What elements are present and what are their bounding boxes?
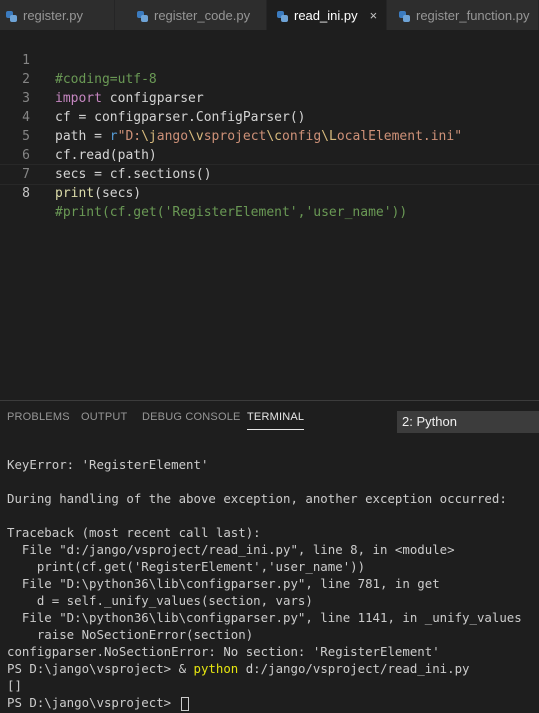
- terminal-line: During handling of the above exception, …: [7, 491, 507, 506]
- code-line[interactable]: 2 import configparser: [0, 51, 539, 106]
- terminal-line: File "D:\python36\lib\configparser.py", …: [7, 576, 440, 591]
- bottom-panel: PROBLEMS OUTPUT DEBUG CONSOLE TERMINAL 2…: [0, 400, 539, 713]
- tab-label: read_ini.py: [294, 7, 358, 23]
- code-line[interactable]: 4 path = r"D:\jango\vsproject\config\Loc…: [0, 89, 539, 144]
- terminal-line: KeyError: 'RegisterElement': [7, 457, 209, 472]
- python-file-icon: [137, 10, 148, 22]
- editor-tab-bar: register.py register_code.py read_ini.py…: [0, 0, 539, 30]
- tab-register-py[interactable]: register.py: [0, 0, 115, 30]
- terminal-line: Traceback (most recent call last):: [7, 525, 261, 540]
- panel-tab-bar: PROBLEMS OUTPUT DEBUG CONSOLE TERMINAL 2…: [0, 401, 539, 436]
- terminal-cursor: [180, 696, 189, 711]
- tab-label: register_code.py: [154, 7, 251, 23]
- code-function: print: [55, 186, 95, 201]
- terminal-line: d = self._unify_values(section, vars): [7, 593, 313, 608]
- terminal-selector-dropdown[interactable]: 2: Python: [397, 411, 539, 433]
- terminal-prompt: PS D:\jango\vsproject> &: [7, 661, 194, 676]
- tab-problems[interactable]: PROBLEMS: [7, 411, 70, 423]
- tab-debug-console[interactable]: DEBUG CONSOLE: [142, 411, 241, 423]
- python-file-icon: [277, 10, 288, 22]
- terminal-command-line: PS D:\jango\vsproject> & python d:/jango…: [7, 660, 537, 677]
- line-number: 8: [22, 186, 30, 201]
- terminal-line: print(cf.get('RegisterElement','user_nam…: [7, 559, 366, 574]
- terminal-line: configparser.NoSectionError: No section:…: [7, 644, 440, 659]
- terminal-input-line[interactable]: PS D:\jango\vsproject>: [7, 694, 537, 711]
- code-line[interactable]: 5 cf.read(path): [0, 108, 539, 163]
- terminal-line: []: [7, 678, 22, 693]
- terminal-prompt: PS D:\jango\vsproject>: [7, 695, 179, 710]
- terminal-line: File "D:\python36\lib\configparser.py", …: [7, 610, 522, 625]
- tab-output[interactable]: OUTPUT: [81, 411, 127, 423]
- tab-terminal[interactable]: TERMINAL: [247, 411, 305, 430]
- tab-register-function-py[interactable]: register_function.py: [387, 0, 539, 30]
- code-text: (secs): [94, 186, 142, 201]
- code-line[interactable]: 3 cf = configparser.ConfigParser(): [0, 70, 539, 125]
- terminal-line: raise NoSectionError(section): [7, 627, 254, 642]
- code-comment: #print(cf.get('RegisterElement','user_na…: [55, 205, 408, 220]
- tab-label: register_function.py: [416, 7, 530, 23]
- code-editor[interactable]: 1 #coding=utf-8 2 import configparser 3 …: [0, 30, 539, 400]
- code-line[interactable]: 1 #coding=utf-8: [0, 32, 539, 87]
- code-line-current[interactable]: 8 #print(cf.get('RegisterElement','user_…: [0, 164, 539, 220]
- python-file-icon: [6, 10, 17, 22]
- terminal-command: python: [193, 661, 239, 676]
- terminal-line: File "d:/jango/vsproject/read_ini.py", l…: [7, 542, 455, 557]
- terminal-output[interactable]: KeyError: 'RegisterElement' During handl…: [7, 456, 537, 711]
- code-line[interactable]: 7 print(secs): [0, 146, 539, 201]
- code-line[interactable]: 6 secs = cf.sections(): [0, 127, 539, 182]
- tab-register-code-py[interactable]: register_code.py: [115, 0, 267, 30]
- tab-read-ini-py[interactable]: read_ini.py ×: [267, 0, 387, 30]
- tab-label: register.py: [23, 7, 83, 23]
- python-file-icon: [399, 10, 410, 22]
- terminal-command-args: d:/jango/vsproject/read_ini.py: [238, 661, 470, 676]
- close-icon[interactable]: ×: [370, 8, 378, 23]
